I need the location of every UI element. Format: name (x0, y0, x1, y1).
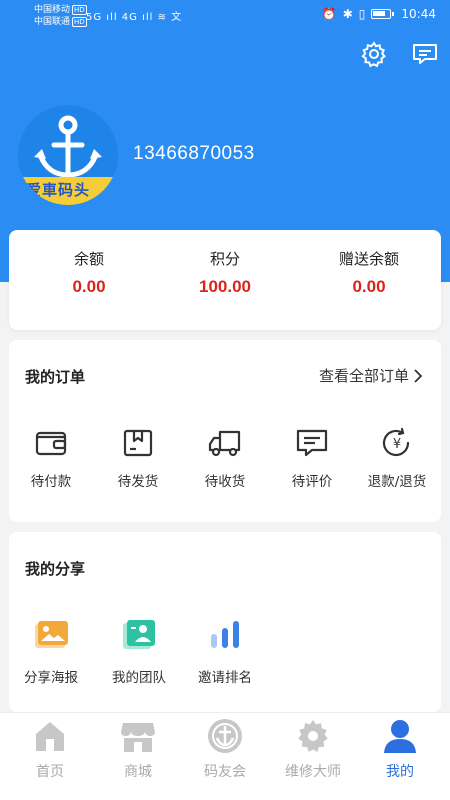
wallet-icon (35, 431, 67, 456)
shares-title: 我的分享 (25, 560, 86, 578)
share-poster[interactable]: 分享海报 (9, 618, 93, 686)
home-icon (36, 722, 64, 751)
bottom-tab-bar: 首页 商城 码友会 维修大师 我的 (0, 712, 450, 800)
my-orders-card: 我的订单 查看全部订单 待付款 待发货 待收货 待评价 ¥ 退款/退货 (9, 340, 441, 522)
tab-store-label: 商城 (124, 764, 152, 780)
order-pending-shipment[interactable]: 待发货 (100, 428, 176, 490)
tab-store[interactable]: 商城 (93, 717, 183, 781)
refund-icon: ¥ (382, 428, 410, 457)
avatar[interactable]: 爱車码头 (18, 105, 118, 205)
invite-ranking-label: 邀请排名 (198, 670, 252, 686)
balance-card: 余额 0.00 积分 100.00 赠送余额 0.00 (9, 230, 441, 330)
points-value: 100.00 (199, 277, 251, 296)
vibrate-icon: ▯ (358, 7, 366, 21)
ranking-icon (211, 621, 239, 648)
order-pending-review[interactable]: 待评价 (274, 428, 350, 490)
share-poster-label: 分享海报 (24, 670, 78, 686)
order-pending-receipt[interactable]: 待收货 (187, 428, 263, 490)
order-pending-shipment-label: 待发货 (117, 474, 159, 490)
my-team[interactable]: 我的团队 (97, 618, 181, 686)
tab-mine-label: 我的 (386, 764, 414, 780)
tab-home-label: 首页 (36, 764, 64, 780)
user-phone: 13466870053 (133, 143, 255, 164)
order-pending-review-label: 待评价 (291, 474, 333, 490)
club-icon (208, 719, 242, 753)
order-pending-receipt-label: 待收货 (204, 474, 246, 490)
status-bar: 中国移动 HD 中国联通 HD 5G ıll 4G ıll ≋ 文 ⏰ ✱ ▯ 10… (0, 0, 450, 32)
tab-repair-master-label: 维修大师 (285, 764, 341, 780)
store-icon (121, 723, 155, 752)
points-item[interactable]: 积分 100.00 (155, 248, 295, 297)
order-refund-return-label: 退款/退货 (367, 474, 427, 490)
balance-label: 余额 (73, 250, 104, 268)
svg-text:¥: ¥ (393, 437, 401, 452)
carrier-2: 中国联通 (34, 17, 71, 27)
settings-icon[interactable] (360, 40, 388, 68)
clock: 10:44 (401, 7, 436, 21)
tab-club-label: 码友会 (204, 764, 246, 780)
tab-mine[interactable]: 我的 (355, 717, 445, 781)
bonus-balance-item[interactable]: 赠送余额 0.00 (299, 248, 439, 297)
tab-home[interactable]: 首页 (5, 717, 95, 781)
poster-icon (35, 621, 68, 648)
view-all-orders-link[interactable]: 查看全部订单 (319, 365, 423, 386)
truck-icon (208, 430, 241, 457)
view-all-label: 查看全部订单 (318, 367, 409, 385)
bluetooth-icon: ✱ (342, 7, 353, 21)
balance-item[interactable]: 余额 0.00 (19, 248, 159, 297)
hd-badge-2: HD (72, 17, 87, 27)
points-label: 积分 (209, 250, 240, 268)
gear-icon (298, 720, 328, 752)
orders-title: 我的订单 (25, 368, 86, 386)
order-pending-payment-label: 待付款 (30, 474, 72, 490)
comment-icon (296, 429, 328, 457)
balance-value: 0.00 (72, 277, 106, 296)
message-icon[interactable] (411, 40, 439, 68)
tab-repair-master[interactable]: 维修大师 (268, 717, 358, 781)
my-team-label: 我的团队 (112, 670, 166, 686)
chevron-right-icon (414, 368, 423, 383)
team-icon (123, 620, 155, 649)
battery-icon (371, 9, 395, 19)
tab-club[interactable]: 码友会 (180, 717, 270, 781)
package-icon (123, 429, 153, 457)
bonus-balance-label: 赠送余额 (338, 250, 399, 268)
order-pending-payment[interactable]: 待付款 (13, 428, 89, 490)
invite-ranking[interactable]: 邀请排名 (183, 618, 267, 686)
signal-indicators: 5G ıll 4G ıll ≋ 文 (86, 12, 183, 23)
avatar-logo-text: 爱車码头 (26, 181, 91, 199)
carrier-1: 中国移动 (34, 5, 71, 15)
alarm-icon: ⏰ (321, 7, 337, 21)
hd-badge-1: HD (72, 5, 87, 15)
bonus-balance-value: 0.00 (352, 277, 386, 296)
user-icon (384, 720, 416, 753)
my-shares-card: 我的分享 分享海报 我的团队 邀请排名 (9, 532, 441, 712)
order-refund-return[interactable]: ¥ 退款/退货 (359, 428, 435, 490)
